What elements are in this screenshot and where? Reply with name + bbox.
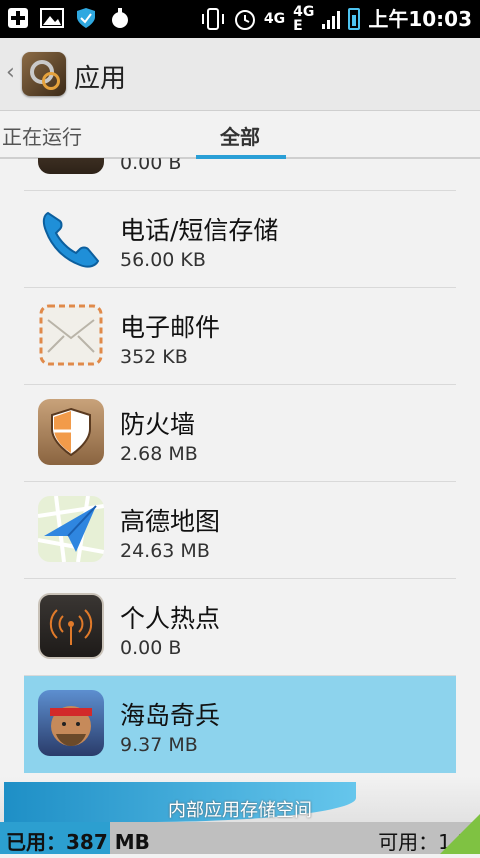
app-size: 2.68 MB (120, 443, 198, 465)
page-title: 应用 (74, 64, 127, 94)
app-size: 352 KB (120, 346, 188, 368)
tab-bar: 正在运行 全部 (0, 111, 480, 159)
app-size: 0.00 B (120, 158, 182, 174)
watermark-icon (420, 814, 480, 854)
app-name: 高德地图 (120, 507, 221, 536)
add-icon (6, 6, 30, 30)
app-name: 个人热点 (120, 604, 221, 633)
network-e-label: E (293, 18, 303, 34)
app-name: 防火墙 (120, 410, 196, 439)
list-item[interactable]: 防火墙 2.68 MB (24, 385, 456, 482)
shield-icon (38, 399, 104, 465)
list-item[interactable]: 个人热点 0.00 B (24, 579, 456, 676)
app-size: 56.00 KB (120, 249, 206, 271)
list-item[interactable]: 0.00 B (24, 158, 456, 191)
app-size: 9.37 MB (120, 734, 198, 756)
storage-summary: 内部应用存储空间 已用：387 MB 可用：1.3 (0, 776, 480, 854)
app-name: 海岛奇兵 (120, 701, 221, 730)
map-icon (38, 496, 104, 562)
network-4g2-label: 4G (293, 4, 315, 20)
image-icon (40, 6, 64, 30)
bomb-icon (108, 6, 132, 30)
battery-icon (348, 8, 361, 30)
app-name: 电话/短信存储 (120, 216, 279, 245)
status-time: 上午10:03 (368, 7, 472, 31)
app-list[interactable]: 0.00 B 电话/短信存储 56.00 KB 电子邮件 352 KB 防火墙 … (24, 158, 456, 776)
shield-status-icon (74, 6, 98, 30)
envelope-icon (38, 302, 104, 368)
alarm-icon (232, 7, 256, 31)
status-left-icons (6, 6, 132, 30)
action-bar: ‹ 应用 (0, 38, 480, 111)
tab-running[interactable]: 正在运行 (2, 121, 82, 150)
storage-label: 内部应用存储空间 (168, 800, 312, 821)
list-item[interactable]: 电话/短信存储 56.00 KB (24, 191, 456, 288)
phone-icon (38, 205, 104, 271)
network-4g-label: 4G (263, 11, 286, 27)
storage-bar: 已用：387 MB 可用：1.3 (0, 822, 480, 854)
hotspot-icon (38, 593, 104, 659)
list-item[interactable]: 高德地图 24.63 MB (24, 482, 456, 579)
app-size: 24.63 MB (120, 540, 210, 562)
back-icon[interactable]: ‹ (6, 60, 15, 85)
tab-all[interactable]: 全部 (220, 121, 260, 150)
storage-used-text: 已用：387 MB (6, 830, 150, 854)
app-icon-partial (38, 158, 104, 174)
status-bar: 4G 4G E 上午10:03 (0, 0, 480, 38)
app-name: 电子邮件 (120, 313, 221, 342)
vibrate-icon (200, 7, 224, 31)
status-right-icons: 4G 4G E 上午10:03 (200, 0, 472, 38)
app-size: 0.00 B (120, 637, 182, 659)
settings-app-icon[interactable] (22, 52, 66, 96)
signal-icon (322, 9, 341, 29)
list-item-selected[interactable]: 海岛奇兵 9.37 MB (24, 676, 456, 773)
network-group: 4G E (293, 5, 314, 33)
list-item[interactable]: 电子邮件 352 KB (24, 288, 456, 385)
game-icon (38, 690, 104, 756)
